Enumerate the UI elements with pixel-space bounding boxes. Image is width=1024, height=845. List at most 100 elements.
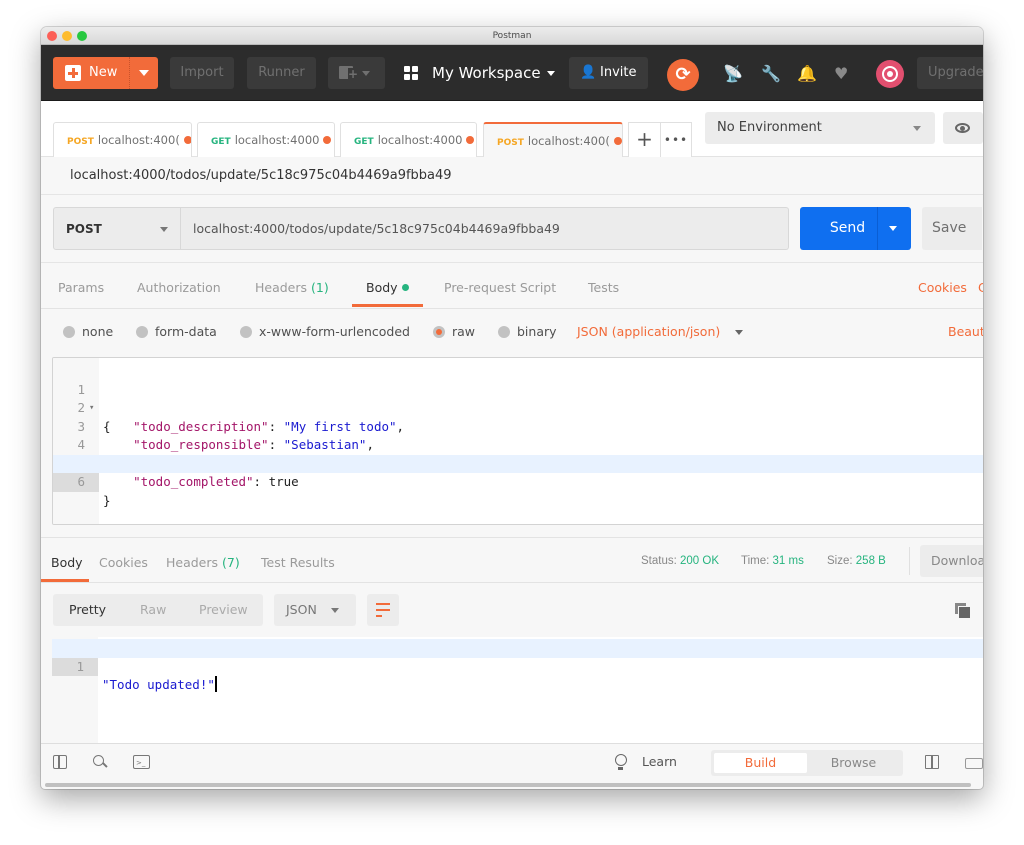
code-line: 2 "todo_description": "My first todo", — [53, 381, 983, 434]
response-tab-body[interactable]: Body — [41, 538, 89, 584]
plus-icon — [65, 65, 81, 81]
console-icon[interactable]: >_ — [133, 755, 150, 769]
eye-icon — [955, 123, 970, 133]
tab-params[interactable]: Params — [58, 263, 104, 309]
bell-icon[interactable]: 🔔 — [797, 64, 817, 84]
build-button[interactable]: Build — [714, 753, 807, 773]
add-user-icon: 👤 — [580, 65, 597, 80]
beautify-link[interactable]: Beaut — [948, 309, 983, 355]
line-number: 6 — [53, 473, 99, 492]
tab-body[interactable]: Body — [352, 263, 422, 309]
radio-circle-icon — [63, 326, 75, 338]
environment-quick-look-button[interactable] — [943, 112, 983, 144]
two-pane-view-icon[interactable] — [925, 755, 939, 769]
headers-count: (1) — [311, 280, 329, 295]
send-options-caret-icon[interactable] — [889, 226, 897, 231]
cookies-link[interactable]: Cookies — [918, 263, 967, 313]
tab-authorization[interactable]: Authorization — [137, 263, 221, 309]
size-label: Size: — [827, 555, 853, 567]
response-tab-cookies[interactable]: Cookies — [99, 538, 148, 584]
status-value: 200 OK — [680, 555, 720, 567]
size-value: 258 B — [855, 555, 886, 567]
more-tabs-button[interactable]: ••• — [661, 122, 692, 157]
new-tab-button[interactable]: + — [628, 122, 661, 157]
unsaved-dot-icon — [323, 136, 332, 144]
request-tab[interactable]: GET localhost:4000 — [340, 122, 477, 157]
toggle-sidebar-icon[interactable] — [53, 755, 67, 769]
new-window-button[interactable] — [328, 57, 385, 89]
wrap-lines-button[interactable] — [367, 594, 399, 626]
unsaved-dot-icon — [183, 136, 191, 144]
headers-label: Headers — [255, 280, 308, 295]
download-button[interactable]: Download — [920, 545, 983, 577]
tab-tests[interactable]: Tests — [588, 263, 619, 309]
runner-button[interactable]: Runner — [247, 57, 316, 89]
radio-label: raw — [452, 324, 476, 339]
browse-button[interactable]: Browse — [807, 753, 900, 773]
upgrade-button[interactable]: Upgrade — [917, 57, 983, 89]
search-icon[interactable] — [93, 755, 107, 769]
tab-method: POST — [497, 138, 524, 148]
avatar[interactable] — [876, 60, 904, 88]
json-string: "Todo updated!" — [102, 677, 215, 692]
response-tabs: Body Cookies Headers (7) Test Results St… — [41, 537, 983, 583]
response-format-select[interactable]: JSON — [274, 594, 356, 626]
request-name[interactable]: localhost:4000/todos/update/5c18c975c04b… — [41, 157, 983, 195]
sync-icon[interactable]: ⟳ — [667, 59, 699, 91]
tab-headers[interactable]: Headers (1) — [255, 263, 329, 309]
tab-method: GET — [354, 137, 374, 147]
content-type-select[interactable]: JSON (application/json) — [577, 325, 720, 339]
new-dropdown-caret-icon[interactable] — [139, 70, 149, 76]
code-link[interactable]: C — [978, 263, 983, 313]
radio-circle-icon — [136, 326, 148, 338]
wrench-icon[interactable]: 🔧 — [761, 64, 781, 84]
view-preview-button[interactable]: Preview — [199, 594, 248, 626]
chevron-down-icon — [331, 608, 339, 613]
tab-prerequest-script[interactable]: Pre-request Script — [444, 263, 556, 309]
maximize-window-button[interactable] — [77, 31, 87, 41]
request-subtabs: Params Authorization Headers (1) Body Pr… — [41, 263, 983, 309]
chevron-down-icon[interactable] — [735, 330, 743, 335]
request-tab[interactable]: GET localhost:4000 — [197, 122, 335, 157]
copy-icon[interactable] — [955, 603, 971, 619]
horizontal-scrollbar[interactable] — [45, 783, 971, 787]
workspace-grid-icon — [404, 66, 418, 80]
heart-icon[interactable]: ♥ — [834, 64, 848, 84]
request-tab[interactable]: POST localhost:400( — [53, 122, 192, 157]
app-header: New Import Runner My Workspace 👤 Invite … — [41, 45, 983, 101]
chevron-down-icon — [913, 126, 921, 131]
lightbulb-icon[interactable] — [615, 754, 627, 770]
invite-button[interactable]: 👤 Invite — [569, 57, 648, 89]
environment-select[interactable]: No Environment — [705, 112, 935, 144]
headers-label: Headers — [166, 555, 219, 570]
text-cursor — [214, 676, 217, 692]
response-tab-headers[interactable]: Headers (7) — [166, 538, 240, 584]
request-tab-active[interactable]: POST localhost:400( — [483, 122, 623, 158]
keyboard-shortcuts-icon[interactable] — [965, 758, 983, 769]
learn-button[interactable]: Learn — [642, 744, 677, 780]
request-body-editor[interactable]: 1 ▾ { 2 "todo_description": "My first to… — [52, 357, 983, 525]
code-line: 5 "todo_completed": true — [53, 436, 983, 490]
view-raw-button[interactable]: Raw — [140, 594, 166, 626]
divider — [909, 547, 910, 575]
view-pretty-button[interactable]: Pretty — [69, 594, 106, 626]
status-bar: >_ Learn Build Browse — [41, 743, 983, 779]
radio-circle-icon — [433, 326, 445, 338]
status-label: Status: — [641, 555, 677, 567]
minimize-window-button[interactable] — [62, 31, 72, 41]
save-button[interactable]: Save — [922, 207, 982, 250]
close-window-button[interactable] — [47, 31, 57, 41]
view-mode-segmented: Pretty Raw Preview — [53, 594, 263, 626]
import-button[interactable]: Import — [170, 57, 234, 89]
response-toolbar: Pretty Raw Preview JSON — [41, 583, 983, 637]
code-line-active: 1 "Todo updated!" — [52, 639, 983, 692]
method-select[interactable]: POST — [53, 207, 181, 250]
url-input[interactable]: localhost:4000/todos/update/5c18c975c04b… — [181, 207, 789, 250]
response-tab-test-results[interactable]: Test Results — [261, 538, 335, 584]
send-button[interactable]: Send — [800, 207, 911, 250]
code-line-active: 6 } — [53, 454, 983, 508]
response-body-viewer[interactable]: 1 "Todo updated!" — [52, 637, 983, 743]
new-button[interactable]: New — [53, 57, 158, 89]
radio-circle-icon — [240, 326, 252, 338]
satellite-icon[interactable]: 📡 — [723, 64, 743, 84]
